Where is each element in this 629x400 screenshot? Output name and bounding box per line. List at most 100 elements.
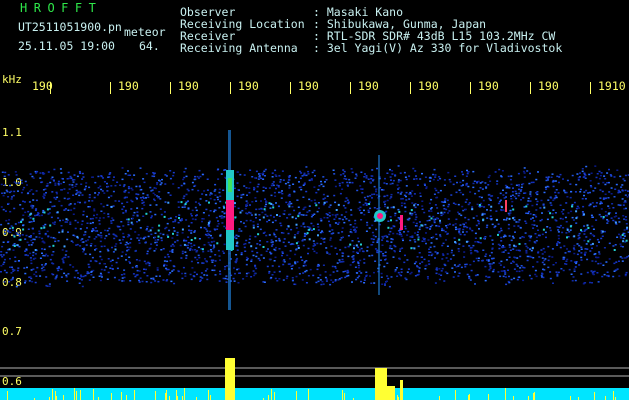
noise-pixel	[70, 177, 73, 179]
noise-pixel	[77, 272, 80, 274]
noise-pixel	[360, 280, 363, 283]
noise-pixel	[166, 234, 169, 236]
noise-pixel	[202, 218, 205, 220]
noise-pixel	[208, 234, 211, 236]
noise-pixel	[403, 261, 406, 264]
noise-pixel	[384, 283, 386, 285]
noise-pixel	[78, 282, 81, 284]
noise-pixel	[263, 170, 266, 172]
noise-pixel	[400, 191, 403, 194]
noise-pixel	[541, 253, 544, 255]
noise-pixel	[26, 184, 28, 186]
noise-pixel	[294, 176, 297, 179]
noise-pixel	[1, 192, 3, 194]
noise-pixel	[197, 254, 200, 257]
noise-pixel	[256, 251, 259, 254]
noise-pixel	[404, 277, 407, 279]
noise-pixel	[13, 245, 16, 247]
noise-pixel	[329, 239, 332, 241]
noise-pixel	[302, 244, 305, 247]
noise-pixel	[66, 221, 68, 223]
noise-pixel	[403, 202, 406, 205]
noise-pixel	[430, 198, 433, 201]
noise-pixel	[397, 271, 400, 274]
noise-pixel	[88, 194, 91, 196]
noise-pixel	[565, 202, 568, 204]
noise-pixel	[486, 259, 488, 261]
noise-pixel	[52, 273, 55, 276]
noise-pixel	[604, 193, 607, 195]
noise-pixel	[193, 244, 196, 246]
noise-pixel	[233, 267, 235, 269]
noise-pixel	[591, 242, 594, 245]
noise-pixel	[566, 258, 569, 261]
noise-pixel	[474, 274, 477, 277]
noise-pixel	[190, 229, 193, 232]
noise-pixel	[89, 253, 92, 256]
noise-pixel	[512, 261, 515, 263]
noise-pixel	[601, 230, 604, 233]
noise-pixel	[54, 182, 57, 184]
noise-pixel	[202, 250, 205, 253]
noise-pixel	[178, 214, 181, 216]
noise-pixel	[525, 205, 528, 208]
noise-pixel	[379, 259, 382, 261]
noise-pixel	[463, 234, 466, 236]
noise-pixel	[255, 267, 258, 270]
noise-pixel	[369, 207, 372, 210]
noise-pixel	[99, 232, 102, 234]
noise-pixel	[556, 175, 559, 178]
noise-pixel	[512, 208, 515, 211]
noise-pixel	[206, 230, 209, 232]
noise-pixel	[420, 256, 423, 258]
noise-pixel	[334, 222, 337, 224]
noise-pixel	[414, 241, 417, 243]
noise-pixel	[583, 194, 585, 197]
noise-pixel	[476, 182, 478, 184]
noise-pixel	[222, 189, 225, 191]
noise-pixel	[91, 230, 93, 233]
noise-pixel	[185, 193, 188, 196]
noise-pixel	[464, 266, 467, 268]
noise-pixel	[58, 200, 61, 202]
noise-pixel	[265, 250, 268, 252]
noise-pixel	[112, 190, 115, 193]
noise-pixel	[585, 236, 588, 238]
noise-pixel	[9, 227, 12, 230]
noise-pixel	[122, 225, 125, 227]
noise-pixel	[181, 250, 184, 253]
noise-pixel	[584, 198, 587, 200]
intensity-spike	[225, 358, 235, 400]
noise-pixel	[343, 170, 346, 173]
noise-pixel	[129, 280, 132, 282]
noise-pixel	[219, 273, 222, 275]
noise-pixel	[71, 186, 74, 189]
noise-pixel	[554, 195, 557, 197]
noise-pixel	[297, 206, 300, 208]
noise-pixel	[43, 248, 46, 251]
noise-pixel	[492, 268, 495, 271]
noise-pixel	[560, 268, 563, 270]
noise-pixel	[454, 175, 457, 177]
noise-pixel	[438, 176, 441, 178]
noise-pixel	[212, 259, 215, 261]
noise-pixel	[349, 264, 352, 266]
noise-pixel	[530, 277, 533, 280]
noise-pixel	[372, 178, 375, 181]
noise-pixel	[126, 246, 129, 248]
noise-pixel	[370, 238, 373, 240]
noise-pixel	[349, 228, 352, 231]
noise-pixel	[500, 227, 502, 230]
noise-pixel	[581, 198, 584, 200]
noise-pixel	[344, 200, 347, 203]
noise-pixel	[429, 176, 432, 179]
noise-pixel	[106, 204, 109, 206]
noise-pixel	[603, 230, 606, 233]
noise-pixel	[203, 190, 206, 192]
noise-pixel	[372, 234, 375, 237]
intensity-spike	[177, 396, 178, 400]
noise-pixel	[248, 241, 251, 244]
noise-pixel	[343, 221, 346, 224]
noise-pixel	[111, 217, 114, 219]
noise-pixel	[400, 268, 403, 270]
